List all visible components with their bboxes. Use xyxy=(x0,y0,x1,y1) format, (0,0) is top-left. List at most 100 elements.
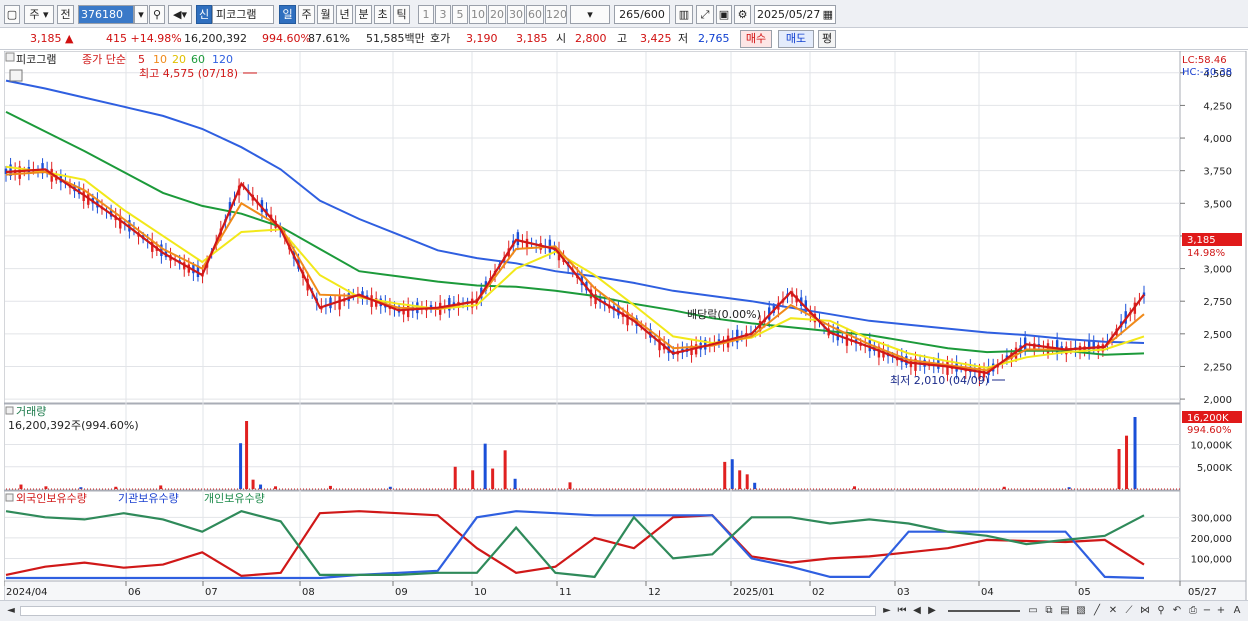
rewind-icon[interactable]: ⏮ xyxy=(895,604,909,618)
candle-body xyxy=(338,296,341,310)
open-price: 2,800 xyxy=(575,32,607,45)
period-dropdown-chevron-icon[interactable]: ▾ xyxy=(570,5,610,24)
image-icon[interactable]: ▧ xyxy=(1074,604,1088,618)
hc-label: HC:-30.38 xyxy=(1182,67,1232,78)
holding-panel-menu-icon[interactable] xyxy=(5,493,14,502)
zoom-slider[interactable] xyxy=(948,610,1020,612)
table-icon[interactable] xyxy=(9,69,23,82)
interval-tab-10[interactable]: 10 xyxy=(469,5,487,24)
drawing-tool-icon[interactable]: ⤢ xyxy=(696,5,714,24)
search-icon[interactable]: ⚲ xyxy=(149,5,165,24)
stock-chart[interactable]: 2024/04 06 07 08 09 10 11 12 2025/01 02 03 04 05 05/2… xyxy=(3,50,1248,603)
undo-icon[interactable]: ↶ xyxy=(1170,604,1184,618)
line-tool-icon[interactable]: ╱ xyxy=(1090,604,1104,618)
x-tick-label: 07 xyxy=(205,587,218,598)
turnover-ratio: 87.61% xyxy=(308,32,350,45)
x-tick-label: 05/27 xyxy=(1188,587,1217,598)
interval-tab-120[interactable]: 120 xyxy=(545,5,567,24)
window-split-icon[interactable]: ▤ xyxy=(1058,604,1072,618)
volume-tag-text: 16,200K xyxy=(1187,413,1229,424)
search-zoom-icon[interactable]: ⚲ xyxy=(1154,604,1168,618)
font-size-icon[interactable]: A xyxy=(1230,604,1244,618)
bar-count-total: /600 xyxy=(640,8,665,21)
step-forward-icon[interactable]: ▶ xyxy=(925,604,939,618)
period-tab-3[interactable]: 년 xyxy=(336,5,353,24)
copy-icon[interactable]: ⧉ xyxy=(1042,604,1056,618)
price-tick-label: 2,750 xyxy=(1203,297,1232,308)
settings-gear-icon[interactable]: ⚙ xyxy=(734,5,751,24)
chart-area[interactable]: 2024/04 06 07 08 09 10 11 12 2025/01 02 03 04 05 05/2… xyxy=(3,50,1248,603)
interval-tab-20[interactable]: 20 xyxy=(488,5,506,24)
volume-panel-menu-icon[interactable] xyxy=(5,406,14,415)
x-axis xyxy=(3,580,1247,602)
low-price: 2,765 xyxy=(698,32,730,45)
volume-bar xyxy=(245,421,249,489)
volume-bar xyxy=(491,468,495,489)
trend-icon[interactable]: ⟋ xyxy=(1122,604,1136,618)
crosshair-icon[interactable]: ✕ xyxy=(1106,604,1120,618)
period-tab-6[interactable]: 틱 xyxy=(393,5,410,24)
interval-tab-30[interactable]: 30 xyxy=(507,5,525,24)
trade-amount: 51,585백만 xyxy=(366,32,425,45)
prev-button[interactable]: 전 xyxy=(57,5,74,24)
period-tab-5[interactable]: 초 xyxy=(374,5,391,24)
period-tab-0[interactable]: 일 xyxy=(279,5,296,24)
x-tick-label: 08 xyxy=(302,587,315,598)
print-icon[interactable]: ⎙ xyxy=(1186,604,1200,618)
volume-title: 거래량 xyxy=(16,405,46,418)
ma60-label: 60 xyxy=(191,53,205,66)
calendar-icon[interactable]: ▦ xyxy=(823,6,833,23)
volume-bar xyxy=(745,474,749,489)
candle-body xyxy=(1046,343,1050,354)
volume-tick-label: 5,000K xyxy=(1197,463,1233,474)
foreign-holding-label: 외국인보유수량 xyxy=(16,492,87,505)
volume-bar xyxy=(259,484,263,489)
x-tick-label: 11 xyxy=(559,587,572,598)
interval-tab-3[interactable]: 3 xyxy=(435,5,451,24)
bar-count-field[interactable]: 265/600 xyxy=(614,5,670,24)
period-tab-1[interactable]: 주 xyxy=(298,5,315,24)
fib-icon[interactable]: ⋈ xyxy=(1138,604,1152,618)
interval-tab-60[interactable]: 60 xyxy=(526,5,544,24)
window-icon[interactable]: ▢ xyxy=(4,5,20,24)
price-tick-label: 3,750 xyxy=(1203,167,1232,178)
panel-menu-icon[interactable] xyxy=(5,52,15,62)
layout-icon[interactable]: ▭ xyxy=(1026,604,1040,618)
period-tab-2[interactable]: 월 xyxy=(317,5,334,24)
save-icon[interactable]: ▣ xyxy=(716,5,732,24)
play-icon[interactable]: ► xyxy=(880,604,894,618)
horizontal-scrollbar[interactable] xyxy=(20,606,876,616)
interval-tab-5[interactable]: 5 xyxy=(452,5,468,24)
stock-name-field[interactable]: 피코그램 xyxy=(212,5,274,24)
date-field[interactable]: 2025/05/27 ▦ xyxy=(754,5,836,24)
date-value: 2025/05/27 xyxy=(757,8,821,21)
ma20-label: 20 xyxy=(172,53,186,66)
buy-button[interactable]: 매수 xyxy=(740,30,772,48)
volume-bar xyxy=(753,482,757,489)
holding-tick-label: 100,000 xyxy=(1191,554,1232,565)
sound-icon[interactable]: ◀▾ xyxy=(168,5,192,24)
volume-panel xyxy=(3,403,1181,491)
x-tick-label: 10 xyxy=(474,587,487,598)
volume-bar xyxy=(1133,417,1137,489)
volume-ratio: 994.60% xyxy=(262,32,311,45)
price-tick-label: 3,500 xyxy=(1203,199,1232,210)
interval-tab-1[interactable]: 1 xyxy=(418,5,434,24)
stock-code-input[interactable]: 376180 xyxy=(78,5,134,24)
zoom-in-icon[interactable]: + xyxy=(1214,604,1228,618)
step-back-icon[interactable]: ◀ xyxy=(910,604,924,618)
scroll-left-icon[interactable]: ◄ xyxy=(4,604,18,618)
change-value: 415 xyxy=(106,32,127,45)
open-label: 시 xyxy=(556,32,567,45)
volume-bar xyxy=(19,484,23,489)
current-price: 3,185 ▲ xyxy=(30,31,73,47)
market-select[interactable]: 주 ▾ xyxy=(24,5,54,24)
zoom-out-icon[interactable]: − xyxy=(1200,604,1214,618)
up-arrow-icon: ▲ xyxy=(65,32,74,45)
sell-button[interactable]: 매도 xyxy=(778,30,814,48)
period-tab-4[interactable]: 분 xyxy=(355,5,372,24)
candle-body xyxy=(516,232,520,246)
candle-type-icon[interactable]: ▥ xyxy=(675,5,693,24)
evaluate-button[interactable]: 평 xyxy=(818,30,836,48)
code-dropdown-chevron-icon[interactable]: ▾ xyxy=(134,5,148,24)
